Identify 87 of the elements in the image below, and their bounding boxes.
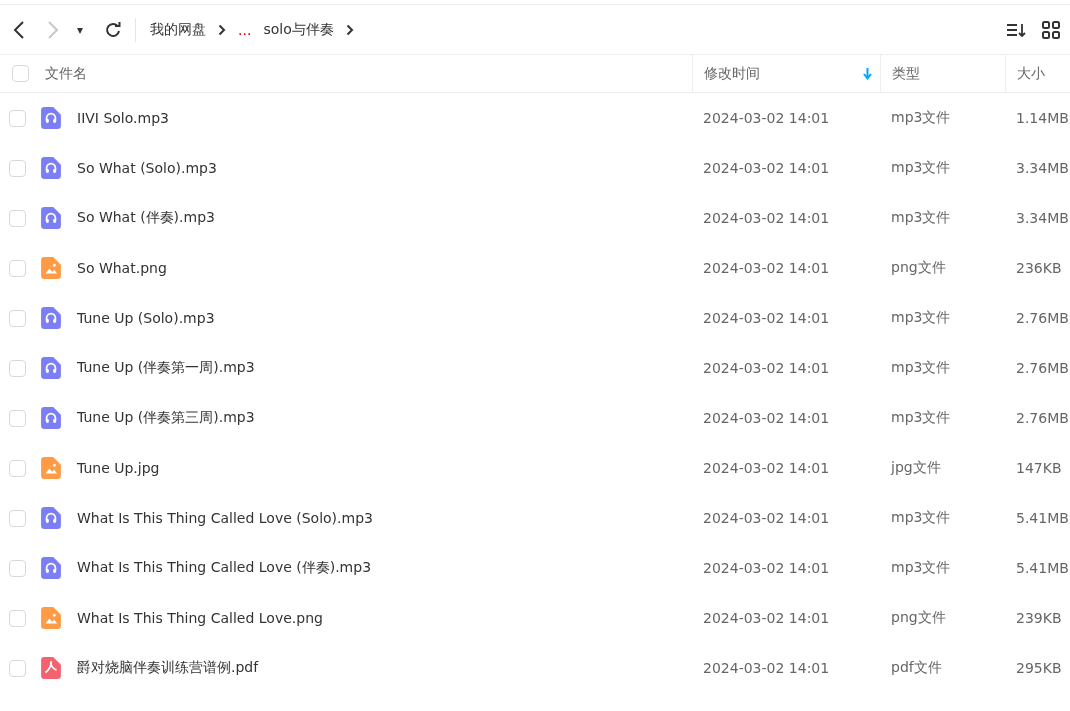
checkbox[interactable] (9, 109, 26, 127)
file-type: jpg文件 (891, 459, 941, 475)
audio-file-icon (41, 157, 61, 179)
file-name[interactable]: What Is This Thing Called Love (伴奏).mp3 (77, 559, 372, 577)
file-type: png文件 (891, 609, 946, 625)
file-type: mp3文件 (891, 209, 951, 225)
checkbox[interactable] (9, 659, 26, 677)
modified-time: 2024-03-02 14:01 (703, 410, 830, 426)
file-type: mp3文件 (891, 109, 951, 125)
file-name[interactable]: 爵对烧脑伴奏训练营谱例.pdf (77, 659, 259, 677)
modified-time: 2024-03-02 14:01 (703, 460, 830, 476)
breadcrumb-item[interactable]: solo与伴奏 (263, 20, 334, 39)
file-size: 236KB (1016, 260, 1062, 276)
audio-file-icon (41, 507, 61, 529)
file-size: 2.76MB (1016, 410, 1069, 426)
audio-file-icon (41, 307, 61, 329)
file-name[interactable]: What Is This Thing Called Love (Solo).mp3 (77, 510, 373, 526)
column-header[interactable]: 大小 (1017, 64, 1045, 83)
dropdown-button[interactable]: ▾ (77, 22, 84, 37)
audio-file-icon (41, 107, 61, 129)
file-type: mp3文件 (891, 559, 951, 575)
file-name[interactable]: Tune Up (伴奏第三周).mp3 (77, 409, 255, 427)
file-name[interactable]: Tune Up (伴奏第一周).mp3 (77, 359, 255, 377)
file-size: 5.41MB (1016, 510, 1069, 526)
sort-list-icon[interactable] (1006, 21, 1026, 38)
checkbox[interactable] (9, 609, 26, 627)
chevron-icon (218, 23, 227, 36)
modified-time: 2024-03-02 14:01 (703, 110, 830, 126)
breadcrumb-item[interactable]: 我的网盘 (150, 20, 207, 39)
chevron-icon (345, 23, 354, 36)
file-size: 1.14MB (1016, 110, 1069, 126)
file-size: 5.41MB (1016, 560, 1069, 576)
modified-time: 2024-03-02 14:01 (703, 560, 830, 576)
modified-time: 2024-03-02 14:01 (703, 610, 830, 626)
file-size: 239KB (1016, 610, 1062, 626)
file-type: mp3文件 (891, 309, 951, 325)
grid-view-icon[interactable] (1042, 20, 1060, 39)
checkbox[interactable] (9, 409, 26, 427)
column-header[interactable]: 修改时间 (704, 64, 760, 83)
image-file-icon (41, 457, 61, 479)
modified-time: 2024-03-02 14:01 (703, 360, 830, 376)
pdf-file-icon (41, 657, 61, 679)
file-size: 3.34MB (1016, 160, 1069, 176)
checkbox[interactable] (9, 159, 26, 177)
modified-time: 2024-03-02 14:01 (703, 310, 830, 326)
checkbox[interactable] (9, 459, 26, 477)
file-type: mp3文件 (891, 509, 951, 525)
checkbox[interactable] (9, 209, 26, 227)
file-type: mp3文件 (891, 159, 951, 175)
file-name[interactable]: So What (伴奏).mp3 (77, 209, 215, 227)
image-file-icon (41, 607, 61, 629)
modified-time: 2024-03-02 14:01 (703, 660, 830, 676)
file-type: mp3文件 (891, 409, 951, 425)
checkbox[interactable] (9, 259, 26, 277)
modified-time: 2024-03-02 14:01 (703, 210, 830, 226)
file-size: 147KB (1016, 460, 1062, 476)
checkbox[interactable] (12, 65, 29, 82)
column-header[interactable]: 文件名 (45, 64, 87, 83)
modified-time: 2024-03-02 14:01 (703, 160, 830, 176)
refresh-icon[interactable] (105, 21, 122, 38)
checkbox[interactable] (9, 309, 26, 327)
file-type: pdf文件 (891, 659, 942, 675)
file-name[interactable]: What Is This Thing Called Love.png (77, 610, 323, 626)
file-size: 2.76MB (1016, 360, 1069, 376)
audio-file-icon (41, 357, 61, 379)
file-type: png文件 (891, 259, 946, 275)
checkbox[interactable] (9, 509, 26, 527)
back-button[interactable] (13, 19, 25, 40)
audio-file-icon (41, 207, 61, 229)
audio-file-icon (41, 557, 61, 579)
file-name[interactable]: Tune Up.jpg (77, 460, 160, 476)
audio-file-icon (41, 407, 61, 429)
file-name[interactable]: Tune Up (Solo).mp3 (77, 310, 215, 326)
file-size: 2.76MB (1016, 310, 1069, 326)
modified-time: 2024-03-02 14:01 (703, 260, 830, 276)
breadcrumb-item[interactable]: ... (238, 21, 252, 38)
column-header[interactable]: 类型 (892, 64, 920, 83)
checkbox[interactable] (9, 359, 26, 377)
file-size: 3.34MB (1016, 210, 1069, 226)
file-name[interactable]: So What.png (77, 260, 167, 276)
file-name[interactable]: So What (Solo).mp3 (77, 160, 217, 176)
file-type: mp3文件 (891, 359, 951, 375)
file-name[interactable]: IIVI Solo.mp3 (77, 110, 169, 126)
checkbox[interactable] (9, 559, 26, 577)
modified-time: 2024-03-02 14:01 (703, 510, 830, 526)
image-file-icon (41, 257, 61, 279)
file-size: 295KB (1016, 660, 1062, 676)
